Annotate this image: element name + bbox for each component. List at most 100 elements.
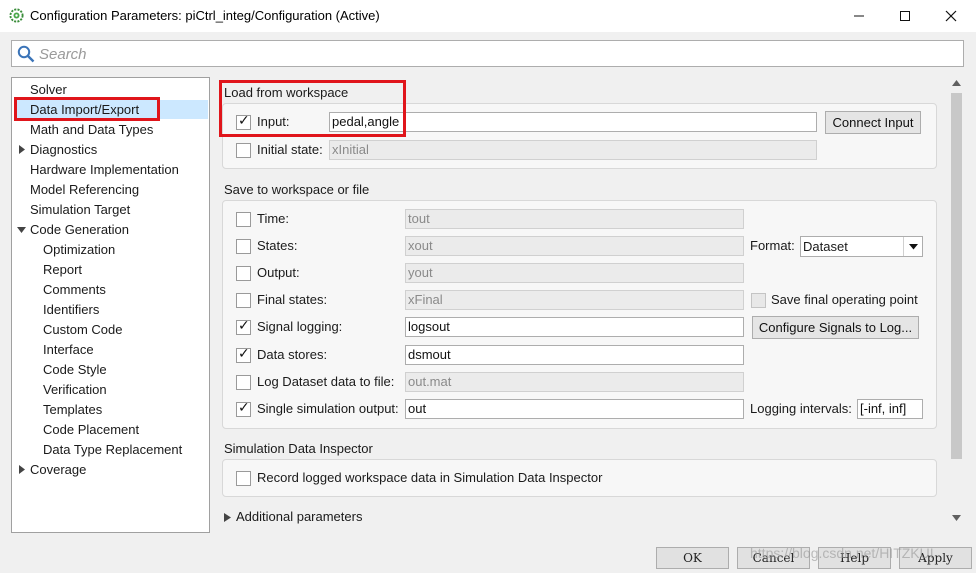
search-input[interactable]: [39, 44, 939, 64]
maximize-icon: [900, 11, 910, 21]
input-field[interactable]: pedal,angle: [329, 112, 817, 132]
tree-expand-icon[interactable]: [17, 465, 27, 475]
save-final-op-checkbox[interactable]: [751, 293, 766, 308]
connect-input-button[interactable]: Connect Input: [825, 111, 921, 134]
tree-item-hardware-implementation[interactable]: Hardware Implementation: [30, 160, 179, 179]
record-sdi-checkbox[interactable]: [236, 471, 251, 486]
signal-logging-checkbox[interactable]: [236, 318, 251, 335]
single-output-field[interactable]: out: [405, 399, 744, 419]
maximize-button[interactable]: [882, 0, 928, 32]
tree-item-label: Optimization: [43, 242, 116, 257]
scroll-down-icon[interactable]: [952, 515, 961, 521]
tree-item-label: Comments: [43, 282, 106, 297]
format-label: Format:: [750, 238, 795, 253]
log-dataset-checkbox[interactable]: [236, 375, 251, 390]
tree-item-optimization[interactable]: Optimization: [43, 240, 115, 259]
tree-item-identifiers[interactable]: Identifiers: [43, 300, 99, 319]
tree-item-diagnostics[interactable]: Diagnostics: [19, 140, 98, 159]
single-output-checkbox[interactable]: [236, 400, 251, 417]
window-title: Configuration Parameters: piCtrl_integ/C…: [30, 8, 380, 23]
tree-item-code-style[interactable]: Code Style: [43, 360, 107, 379]
close-icon: [945, 10, 957, 22]
tree-item-label: Model Referencing: [30, 182, 140, 197]
output-checkbox[interactable]: [236, 266, 251, 281]
simulink-gear-icon: [9, 8, 24, 23]
initial-state-field[interactable]: xInitial: [329, 140, 817, 160]
additional-parameters-label[interactable]: Additional parameters: [236, 507, 362, 527]
tree-item-solver[interactable]: Solver: [30, 80, 67, 99]
input-checkbox[interactable]: [236, 113, 251, 130]
tree-item-label: Code Placement: [43, 422, 140, 437]
tree-item-label: Code Style: [43, 362, 107, 377]
signal-logging-field[interactable]: logsout: [405, 317, 744, 337]
states-checkbox[interactable]: [236, 239, 251, 254]
format-select[interactable]: Dataset: [800, 236, 923, 257]
tree-item-report[interactable]: Report: [43, 260, 82, 279]
minimize-button[interactable]: [836, 0, 882, 32]
logging-intervals-field[interactable]: [-inf, inf]: [857, 399, 923, 419]
data-stores-field[interactable]: dsmout: [405, 345, 744, 365]
tree-item-code-generation[interactable]: Code Generation: [17, 220, 129, 239]
tree-item-custom-code[interactable]: Custom Code: [43, 320, 122, 339]
minimize-icon: [854, 15, 864, 17]
log-dataset-field[interactable]: out.mat: [405, 372, 744, 392]
output-label: Output:: [257, 265, 300, 280]
tree-item-label: Coverage: [30, 462, 87, 477]
tree-item-code-placement[interactable]: Code Placement: [43, 420, 139, 439]
sdi-section-title: Simulation Data Inspector: [224, 441, 373, 456]
initial-state-checkbox[interactable]: [236, 143, 251, 158]
tree-collapse-icon[interactable]: [17, 225, 27, 235]
final-states-field[interactable]: xFinal: [405, 290, 744, 310]
tree-item-label: Data Import/Export: [30, 102, 140, 117]
tree-item-verification[interactable]: Verification: [43, 380, 107, 399]
tree-item-data-import-export[interactable]: Data Import/Export: [16, 100, 208, 119]
tree-item-templates[interactable]: Templates: [43, 400, 102, 419]
watermark: https://blog.csdn.net/HITZKUI: [750, 545, 934, 561]
save-section-title: Save to workspace or file: [224, 182, 370, 197]
input-label: Input:: [257, 114, 290, 129]
configure-signals-button[interactable]: Configure Signals to Log...: [752, 316, 919, 339]
tree-expand-icon[interactable]: [17, 145, 27, 155]
save-group: [222, 200, 937, 429]
scrollbar-thumb[interactable]: [951, 93, 962, 459]
tree-item-label: Diagnostics: [30, 142, 98, 157]
log-dataset-label: Log Dataset data to file:: [257, 374, 395, 389]
tree-item-data-type-replacement[interactable]: Data Type Replacement: [43, 440, 182, 459]
category-tree[interactable]: Solver Data Import/Export Math and Data Ty…: [11, 77, 210, 533]
time-label: Time:: [257, 211, 290, 226]
time-field[interactable]: tout: [405, 209, 744, 229]
output-field[interactable]: yout: [405, 263, 744, 283]
tree-item-comments[interactable]: Comments: [43, 280, 106, 299]
tree-item-math-and-data-types[interactable]: Math and Data Types: [30, 120, 153, 139]
ok-button[interactable]: OK: [656, 547, 729, 569]
tree-item-label: Report: [43, 262, 83, 277]
tree-item-label: Interface: [43, 342, 94, 357]
final-states-checkbox[interactable]: [236, 293, 251, 308]
tree-item-label: Custom Code: [43, 322, 123, 337]
initial-state-label: Initial state:: [257, 142, 323, 157]
tree-item-coverage[interactable]: Coverage: [19, 460, 87, 479]
title-bar: Configuration Parameters: piCtrl_integ/C…: [0, 0, 976, 32]
search-icon: [17, 45, 35, 63]
tree-item-interface[interactable]: Interface: [43, 340, 94, 359]
search-box[interactable]: [11, 40, 964, 67]
dropdown-arrow-icon: [903, 237, 922, 256]
tree-item-label: Math and Data Types: [30, 122, 154, 137]
states-field[interactable]: xout: [405, 236, 744, 256]
tree-item-label: Simulation Target: [30, 202, 131, 217]
save-final-op-label: Save final operating point: [771, 292, 918, 307]
load-section-title: Load from workspace: [224, 85, 349, 100]
single-output-label: Single simulation output:: [257, 401, 399, 416]
format-value: Dataset: [803, 239, 848, 254]
tree-item-label: Hardware Implementation: [30, 162, 179, 177]
close-button[interactable]: [928, 0, 974, 32]
tree-item-simulation-target[interactable]: Simulation Target: [30, 200, 130, 219]
data-stores-checkbox[interactable]: [236, 346, 251, 363]
time-checkbox[interactable]: [236, 212, 251, 227]
tree-item-label: Templates: [43, 402, 103, 417]
record-sdi-label: Record logged workspace data in Simulati…: [257, 470, 603, 485]
scroll-up-icon[interactable]: [952, 80, 961, 86]
data-stores-label: Data stores:: [257, 347, 328, 362]
tree-item-model-referencing[interactable]: Model Referencing: [30, 180, 139, 199]
expand-arrow-icon[interactable]: [224, 513, 232, 522]
